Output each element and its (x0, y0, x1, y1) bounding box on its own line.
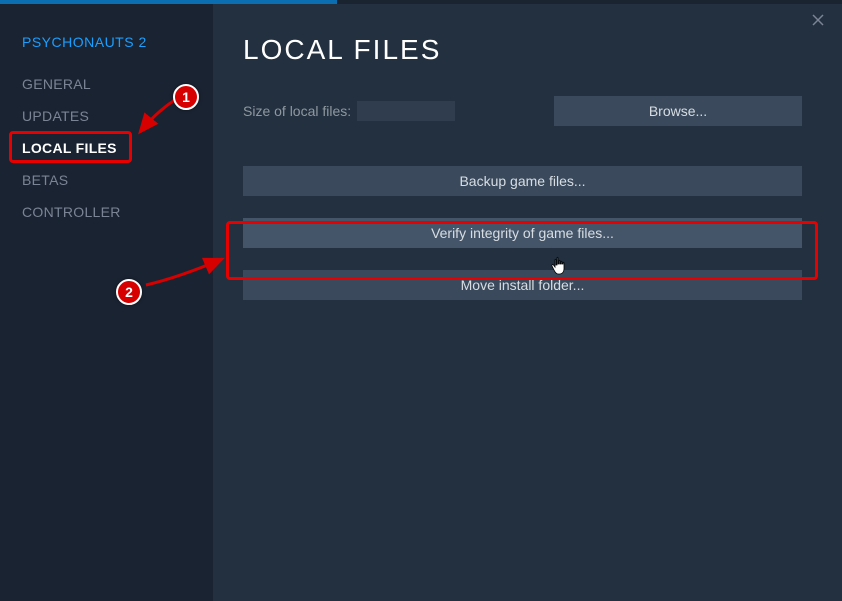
sidebar-item-local-files[interactable]: LOCAL FILES (0, 132, 213, 164)
sidebar: PSYCHONAUTS 2 GENERAL UPDATES LOCAL FILE… (0, 4, 213, 601)
size-label: Size of local files: (243, 103, 351, 119)
page-title: LOCAL FILES (243, 34, 802, 66)
properties-window: PSYCHONAUTS 2 GENERAL UPDATES LOCAL FILE… (0, 4, 842, 601)
move-folder-button[interactable]: Move install folder... (243, 270, 802, 300)
size-value (357, 101, 455, 121)
sidebar-item-updates[interactable]: UPDATES (0, 100, 213, 132)
game-title: PSYCHONAUTS 2 (0, 34, 213, 68)
verify-button[interactable]: Verify integrity of game files... (243, 218, 802, 248)
sidebar-item-betas[interactable]: BETAS (0, 164, 213, 196)
backup-button[interactable]: Backup game files... (243, 166, 802, 196)
close-icon[interactable] (808, 10, 828, 30)
size-row: Size of local files: Browse... (243, 96, 802, 126)
sidebar-item-controller[interactable]: CONTROLLER (0, 196, 213, 228)
main-panel: LOCAL FILES Size of local files: Browse.… (213, 4, 842, 601)
sidebar-item-general[interactable]: GENERAL (0, 68, 213, 100)
browse-button[interactable]: Browse... (554, 96, 802, 126)
